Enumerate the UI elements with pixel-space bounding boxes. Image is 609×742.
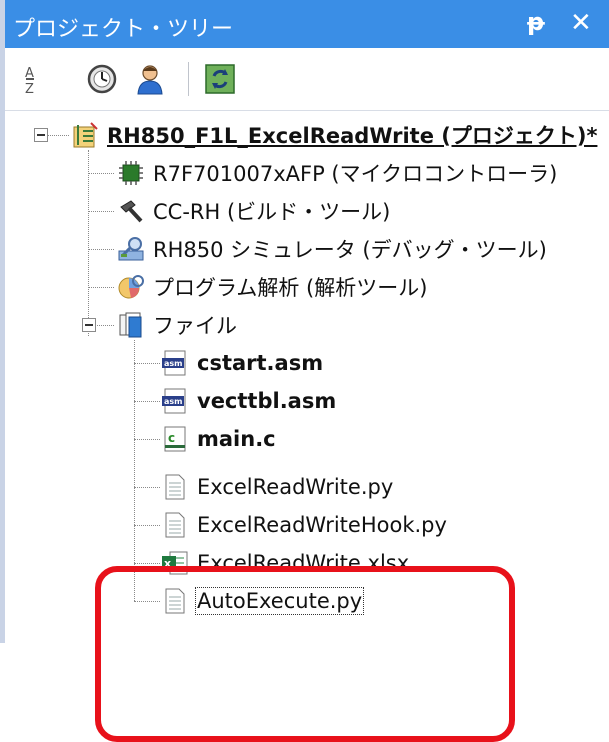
project-tree: RH850_F1L_ExcelReadWrite (プロジェクト)* R7F70… [5, 110, 609, 742]
node-label: R7F701007xAFP (マイクロコントローラ) [153, 162, 558, 186]
tree-line [134, 525, 160, 526]
file-label: ExcelReadWriteHook.py [197, 513, 447, 537]
svg-text:Z: Z [25, 82, 34, 96]
tree-line [134, 439, 160, 440]
chip-icon [119, 161, 143, 185]
document-icon [165, 512, 185, 538]
tree-line [134, 401, 160, 402]
collapse-files-toggle[interactable] [82, 318, 96, 332]
close-icon[interactable]: ✕ [570, 8, 592, 38]
project-icon [73, 122, 98, 148]
tree-line [88, 249, 114, 250]
panel-title: プロジェクト・ツリー [13, 17, 234, 42]
person-icon[interactable] [133, 62, 167, 96]
tree-line [47, 135, 69, 136]
node-label: CC-RH (ビルド・ツール) [153, 200, 391, 224]
asm-file-icon: asm [162, 350, 186, 376]
node-label: RH850 シミュレータ (デバッグ・ツール) [153, 238, 547, 262]
clock-icon[interactable] [85, 62, 119, 96]
asm-file-icon: asm [162, 388, 186, 414]
tree-item-file[interactable]: ExcelReadWrite.py [161, 468, 393, 506]
tree-line [134, 363, 160, 364]
tree-item-build-tool[interactable]: CC-RH (ビルド・ツール) [117, 192, 390, 230]
file-label: vecttbl.asm [197, 389, 337, 413]
panel-toolbar: A Z [5, 48, 609, 111]
tree-line [94, 325, 114, 326]
tree-line [88, 211, 114, 212]
folder-label: ファイル [153, 314, 237, 338]
tree-item-debug-tool[interactable]: RH850 シミュレータ (デバッグ・ツール) [117, 230, 547, 268]
svg-text:asm: asm [164, 397, 183, 406]
project-tree-panel: プロジェクト・ツリー ᵽ ✕ A Z RH850_F1L_ExcelReadWr… [5, 0, 609, 742]
debugger-icon [118, 237, 144, 261]
collapse-project-toggle[interactable] [34, 128, 48, 142]
tree-line [88, 150, 89, 336]
node-label: プログラム解析 (解析ツール) [153, 276, 428, 300]
svg-text:c: c [168, 431, 175, 445]
tree-line [134, 487, 160, 488]
sort-icon[interactable]: A Z [21, 62, 55, 96]
folder-icon [119, 312, 142, 338]
file-label: cstart.asm [197, 351, 324, 375]
tree-item-project[interactable]: RH850_F1L_ExcelReadWrite (プロジェクト)* [71, 116, 597, 154]
tree-line [88, 173, 114, 174]
tree-item-analysis-tool[interactable]: プログラム解析 (解析ツール) [117, 268, 427, 306]
file-label: ExcelReadWrite.py [197, 475, 394, 499]
tree-line [134, 340, 135, 601]
analysis-icon [118, 275, 144, 299]
document-icon [165, 474, 185, 500]
toolbar-separator [188, 62, 189, 96]
project-label: RH850_F1L_ExcelReadWrite (プロジェクト)* [107, 124, 598, 148]
tree-item-file[interactable]: c main.c [161, 420, 276, 458]
tree-item-file[interactable]: asm vecttbl.asm [161, 382, 336, 420]
hammer-icon [120, 200, 143, 223]
tree-item-files-folder[interactable]: ファイル [117, 306, 237, 344]
panel-titlebar: プロジェクト・ツリー ᵽ ✕ [5, 0, 609, 48]
highlight-box [95, 566, 515, 742]
tree-line [134, 563, 160, 564]
tree-item-microcontroller[interactable]: R7F701007xAFP (マイクロコントローラ) [117, 154, 557, 192]
tree-item-file[interactable]: asm cstart.asm [161, 344, 323, 382]
pin-icon[interactable]: ᵽ [527, 8, 545, 36]
tree-item-file[interactable]: ExcelReadWriteHook.py [161, 506, 447, 544]
svg-text:asm: asm [164, 359, 183, 368]
c-file-icon: c [164, 426, 186, 452]
file-label: main.c [197, 427, 276, 451]
tree-line [88, 287, 114, 288]
refresh-icon[interactable] [203, 62, 237, 96]
